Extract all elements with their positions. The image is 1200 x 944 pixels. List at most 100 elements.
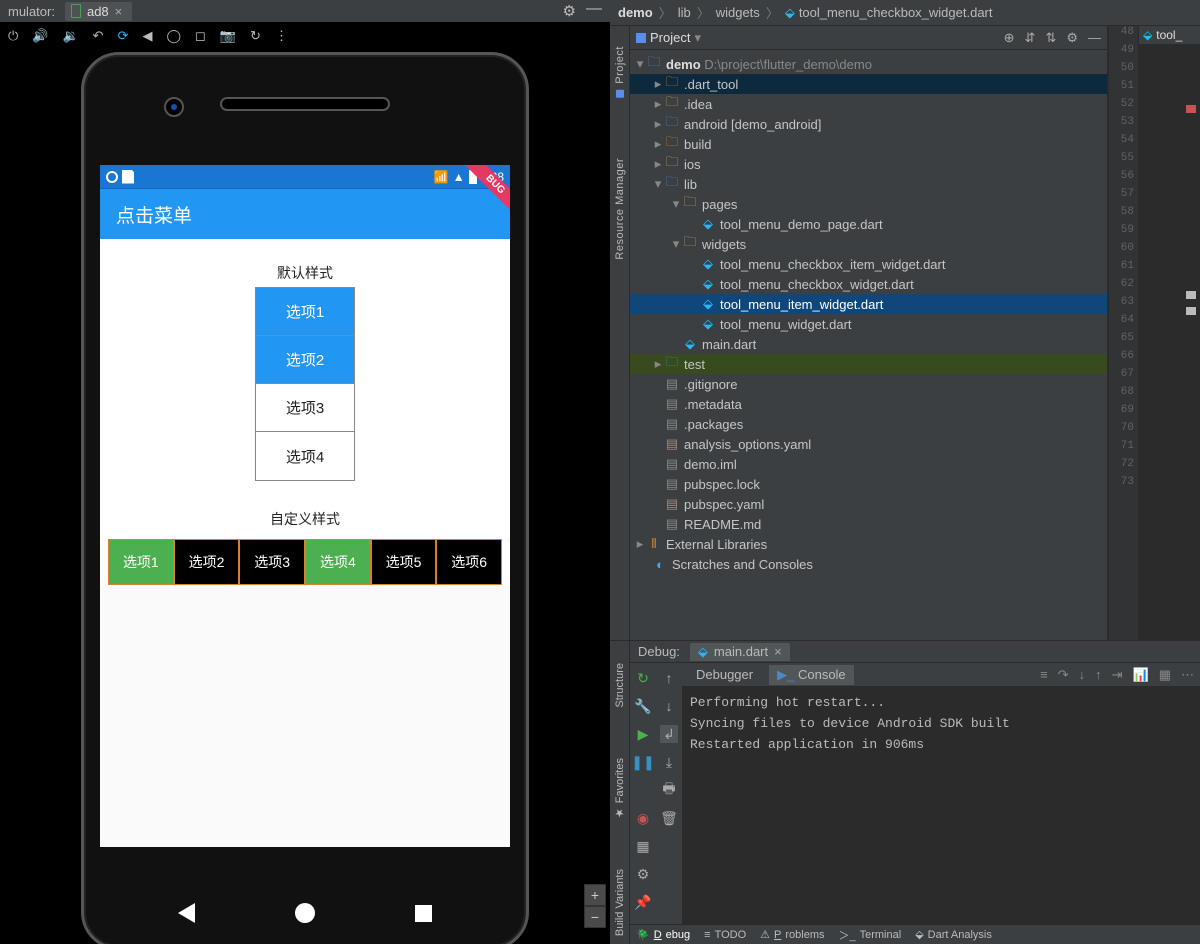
tree-node[interactable]: ▤analysis_options.yaml <box>630 434 1107 454</box>
clear-icon[interactable]: 🗑 <box>660 809 678 827</box>
tree-node[interactable]: ▸🗀test <box>630 354 1107 374</box>
camera-icon[interactable]: 📷 <box>220 28 236 44</box>
menu-item[interactable]: 选项1 <box>108 539 174 585</box>
tree-node[interactable]: ▸🗀ios <box>630 154 1107 174</box>
tree-node[interactable]: ▸🗀build <box>630 134 1107 154</box>
pause-button[interactable]: ❚❚ <box>634 753 652 771</box>
power-icon[interactable]: ⏻ <box>8 28 18 44</box>
tree-node[interactable]: ⬙tool_menu_checkbox_widget.dart <box>630 274 1107 294</box>
menu-item[interactable]: 选项3 <box>256 384 354 432</box>
tree-node[interactable]: ▾🗀widgets <box>630 234 1107 254</box>
tree-node[interactable]: ⬙main.dart <box>630 334 1107 354</box>
statusline-item[interactable]: 🪲 Debug <box>636 928 690 941</box>
emulator-device-tab[interactable]: ad8 × <box>65 2 132 21</box>
menu-item[interactable]: 选项2 <box>256 336 354 384</box>
tree-node[interactable]: ▤.packages <box>630 414 1107 434</box>
menu-item[interactable]: 选项1 <box>256 288 354 336</box>
home-button[interactable] <box>295 903 315 923</box>
rotate-left-icon[interactable]: ↶ <box>93 28 104 44</box>
hide-icon[interactable]: — <box>1088 30 1101 46</box>
step-over-icon[interactable]: ↷ <box>1058 667 1069 683</box>
gear-icon[interactable]: ⚙ <box>634 865 652 883</box>
down-arrow-icon[interactable]: ↓ <box>660 697 678 715</box>
tab-console[interactable]: ▶_ Console <box>769 665 854 685</box>
back-button[interactable] <box>178 903 195 923</box>
menu-item[interactable]: 选项3 <box>239 539 305 585</box>
tree-node[interactable]: ▤.gitignore <box>630 374 1107 394</box>
view-selector[interactable]: Project▾ <box>636 30 701 46</box>
print-icon[interactable]: 🖶 <box>660 781 678 799</box>
tree-node[interactable]: ⬙tool_menu_demo_page.dart <box>630 214 1107 234</box>
wrench-icon[interactable]: 🔧 <box>634 697 652 715</box>
rotate-right-icon[interactable]: ⟳ <box>118 28 129 44</box>
more-icon[interactable]: ⋮ <box>275 28 288 44</box>
collapse-icon[interactable]: ⇵ <box>1025 30 1036 46</box>
more-icon[interactable]: ⋯ <box>1181 667 1194 683</box>
menu-item[interactable]: 选项6 <box>436 539 502 585</box>
external-libraries[interactable]: ▸⫴External Libraries <box>630 534 1107 554</box>
sidetab-resource[interactable]: Resource Manager <box>614 158 626 260</box>
statusline-item[interactable]: ⬙ Dart Analysis <box>915 928 992 941</box>
tree-node[interactable]: ▤pubspec.lock <box>630 474 1107 494</box>
wrap-icon[interactable]: ↲ <box>660 725 678 743</box>
gear-icon[interactable]: ⚙ <box>1066 30 1078 46</box>
editor-tab[interactable]: ⬙ tool_ <box>1138 26 1200 45</box>
menu-item[interactable]: 选项4 <box>305 539 371 585</box>
sort-icon[interactable]: ⇅ <box>1045 30 1056 46</box>
close-icon[interactable]: × <box>115 4 123 19</box>
pin-icon[interactable]: 📌 <box>634 893 652 911</box>
scratches[interactable]: ◐Scratches and Consoles <box>630 554 1107 574</box>
grid-icon[interactable]: ▦ <box>1159 667 1171 683</box>
scroll-icon[interactable]: ⤓ <box>660 753 678 771</box>
rerun-button[interactable]: ↻ <box>634 669 652 687</box>
tree-node[interactable]: ▸🗀android [demo_android] <box>630 114 1107 134</box>
tree-node[interactable]: ⬙tool_menu_checkbox_item_widget.dart <box>630 254 1107 274</box>
statusline-item[interactable]: ⚠ Problems <box>760 928 824 941</box>
circle-outline-icon[interactable]: ◯ <box>166 28 181 44</box>
minimize-icon[interactable]: — <box>586 0 602 22</box>
target-icon[interactable]: ⊕ <box>1004 30 1015 46</box>
tree-node[interactable]: ▾🗀lib <box>630 174 1107 194</box>
menu-item[interactable]: 选项4 <box>256 432 354 480</box>
gear-icon[interactable]: ⚙ <box>563 2 576 20</box>
back-step-icon[interactable]: ◀ <box>142 28 152 44</box>
tree-node[interactable]: ▾🗀pages <box>630 194 1107 214</box>
tree-root[interactable]: ▾🗀demo D:\project\flutter_demo\demo <box>630 54 1107 74</box>
up-arrow-icon[interactable]: ↑ <box>660 669 678 687</box>
tree-node[interactable]: ▤pubspec.yaml <box>630 494 1107 514</box>
run-to-icon[interactable]: ⇥ <box>1112 667 1123 683</box>
zoom-out-button[interactable]: − <box>584 906 606 928</box>
close-icon[interactable]: × <box>774 644 782 659</box>
menu-item[interactable]: 选项2 <box>174 539 240 585</box>
breakpoints-icon[interactable]: ◉ <box>634 809 652 827</box>
overview-button[interactable] <box>415 905 432 922</box>
tree-node[interactable]: ⬙tool_menu_widget.dart <box>630 314 1107 334</box>
sidetab-project[interactable]: Project <box>614 46 626 98</box>
resume-button[interactable]: ▶ <box>634 725 652 743</box>
project-tree[interactable]: ▾🗀demo D:\project\flutter_demo\demo▸🗀.da… <box>630 50 1107 640</box>
tree-node[interactable]: ⬙tool_menu_item_widget.dart <box>630 294 1107 314</box>
crumb-item[interactable]: demo <box>618 5 653 20</box>
vol-down-icon[interactable]: 🔉 <box>62 28 78 44</box>
tree-node[interactable]: ▤demo.iml <box>630 454 1107 474</box>
crumb-item[interactable]: lib <box>678 5 691 20</box>
vol-up-icon[interactable]: 🔊 <box>32 28 48 44</box>
crumb-item[interactable]: widgets <box>716 5 760 20</box>
debug-run-tab[interactable]: ⬙ main.dart × <box>690 643 790 661</box>
zoom-in-button[interactable]: + <box>584 884 606 906</box>
statusline-item[interactable]: ＞_ Terminal <box>838 927 901 943</box>
layout-icon[interactable]: ▦ <box>634 837 652 855</box>
debug-console[interactable]: Performing hot restart... Syncing files … <box>682 687 1200 924</box>
evaluate-icon[interactable]: 📊 <box>1133 667 1149 683</box>
crumb-item[interactable]: ⬙tool_menu_checkbox_widget.dart <box>785 5 993 21</box>
sidetab-favorites[interactable]: ★ Favorites <box>613 758 626 819</box>
sidetab-structure[interactable]: Structure <box>614 663 626 708</box>
tree-node[interactable]: ▸🗀.dart_tool <box>630 74 1107 94</box>
menu-item[interactable]: 选项5 <box>371 539 437 585</box>
tree-node[interactable]: ▤README.md <box>630 514 1107 534</box>
tree-node[interactable]: ▤.metadata <box>630 394 1107 414</box>
step-out-icon[interactable]: ↑ <box>1095 667 1102 683</box>
statusline-item[interactable]: ≡ TODO <box>704 929 746 941</box>
step-into-icon[interactable]: ↓ <box>1079 667 1086 683</box>
stop-button[interactable] <box>634 781 652 799</box>
